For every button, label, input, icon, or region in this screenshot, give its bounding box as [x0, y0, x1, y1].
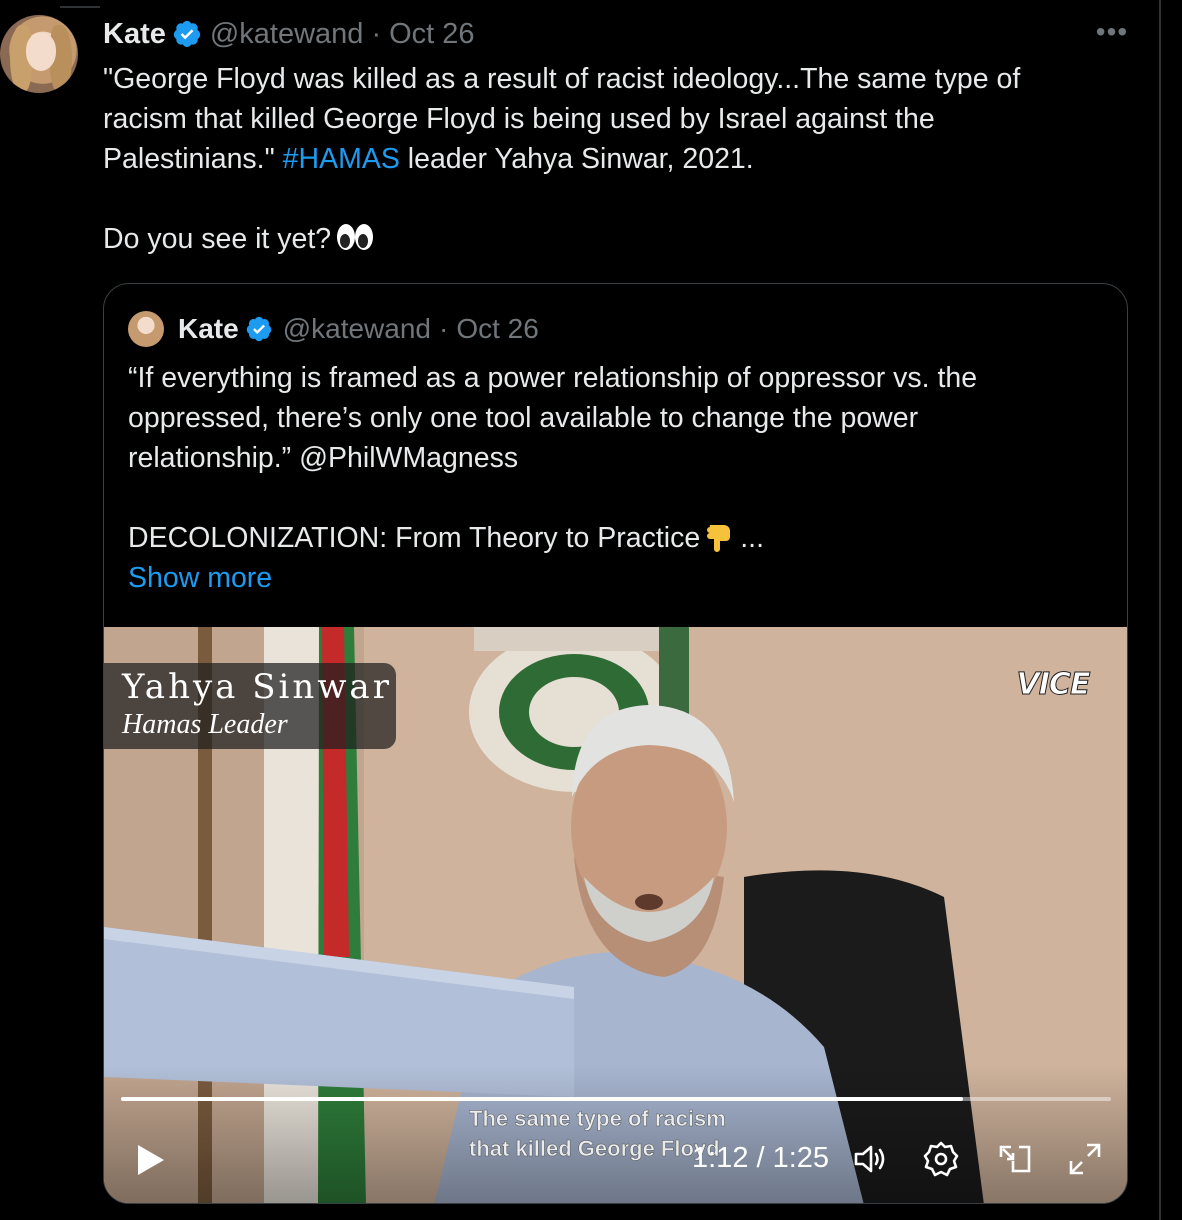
verified-badge-icon	[246, 316, 271, 342]
tweet-date[interactable]: Oct 26	[389, 18, 474, 51]
settings-icon[interactable]	[921, 1139, 961, 1179]
quote-text: “If everything is framed as a power rela…	[128, 358, 1108, 598]
progress-fill	[121, 1097, 963, 1101]
name-tag-overlay: Yahya Sinwar Hamas Leader	[104, 663, 396, 749]
header-separator: ·	[371, 17, 382, 50]
play-icon[interactable]	[130, 1140, 170, 1180]
avatar[interactable]	[0, 15, 78, 93]
quote-text-line: oppressed, there’s only one tool availab…	[128, 402, 919, 434]
progress-bar[interactable]	[121, 1097, 1111, 1101]
tweet-text-line: "George Floyd was killed as a result of …	[103, 63, 1021, 95]
quote-text-line: “If everything is framed as a power rela…	[128, 362, 978, 394]
tweet-page: Kate @katewand · Oct 26 ••• "George Floy…	[0, 0, 1182, 1220]
picture-in-picture-icon[interactable]	[995, 1139, 1035, 1179]
quote-text-line: relationship.” @PhilWMagness	[128, 442, 519, 474]
more-options-icon[interactable]: •••	[1094, 18, 1130, 46]
vice-logo: VICE	[1016, 667, 1091, 703]
tweet-header: Kate @katewand · Oct 26	[103, 16, 475, 52]
name-tag-subtitle: Hamas Leader	[122, 709, 288, 740]
quote-avatar	[128, 311, 164, 347]
pointing-down-icon	[707, 525, 731, 552]
quote-header: Kate @katewand · Oct 26	[128, 311, 539, 347]
video-player[interactable]: Yahya Sinwar Hamas Leader VICE The same …	[104, 627, 1127, 1203]
author-handle[interactable]: @katewand	[210, 18, 364, 51]
tweet-text: "George Floyd was killed as a result of …	[103, 59, 1123, 259]
time-display: 1:12 / 1:25	[692, 1142, 830, 1174]
verified-badge-icon[interactable]	[172, 19, 202, 49]
quote-author-handle: @katewand	[282, 313, 431, 344]
quote-author-name: Kate	[178, 313, 239, 344]
author-name[interactable]: Kate	[103, 18, 166, 51]
tweet-text-line: racism that killed George Floyd is being…	[103, 103, 935, 135]
show-more-link[interactable]: Show more	[128, 558, 1108, 598]
tweet-text-line: Palestinians." #HAMAS leader Yahya Sinwa…	[103, 143, 754, 175]
subtitle-line: The same type of racism	[469, 1106, 726, 1132]
eyes-icon	[337, 224, 374, 250]
hashtag-link[interactable]: #HAMAS	[283, 143, 400, 175]
thread-connector	[60, 0, 100, 8]
header-separator: ·	[439, 313, 449, 344]
name-tag-title: Yahya Sinwar	[122, 667, 392, 707]
quote-text-line: DECOLONIZATION: From Theory to Practice …	[128, 522, 764, 554]
fullscreen-icon[interactable]	[1065, 1139, 1105, 1179]
quote-date: Oct 26	[456, 313, 539, 344]
volume-icon[interactable]	[850, 1139, 890, 1179]
quote-tweet-card[interactable]: Kate @katewand · Oct 26 “If everything i…	[103, 283, 1128, 1204]
tweet-text-line: Do you see it yet?	[103, 219, 1123, 259]
column-divider	[1159, 0, 1161, 1220]
